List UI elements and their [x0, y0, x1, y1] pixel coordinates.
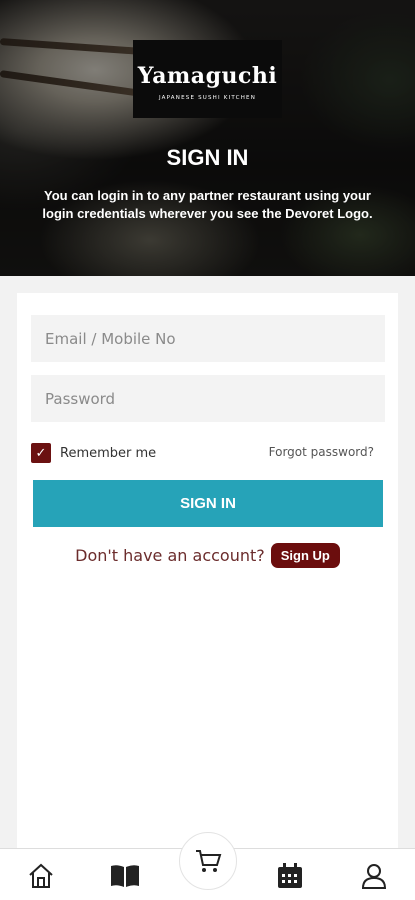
restaurant-logo: Yamaguchi JAPANESE SUSHI KITCHEN: [133, 40, 282, 118]
profile-icon[interactable]: [357, 859, 391, 893]
remember-label: Remember me: [60, 445, 157, 461]
checkmark-icon: ✓: [35, 445, 47, 461]
sign-up-button[interactable]: Sign Up: [270, 543, 340, 568]
logo-subtitle: JAPANESE SUSHI KITCHEN: [158, 95, 257, 101]
logo-brand-name: Yamaguchi: [137, 63, 278, 89]
menu-book-icon[interactable]: [108, 859, 142, 893]
page-description: You can login in to any partner restaura…: [42, 188, 373, 221]
email-field[interactable]: [31, 315, 385, 362]
hero-banner: Yamaguchi JAPANESE SUSHI KITCHEN SIGN IN…: [0, 0, 415, 276]
login-card: ✓ Remember me Forgot password? SIGN IN D…: [17, 293, 398, 853]
cart-icon: [196, 850, 222, 872]
signup-prompt: Don't have an account? Sign Up: [17, 543, 398, 568]
no-account-text: Don't have an account?: [75, 546, 265, 565]
remember-checkbox[interactable]: ✓: [31, 443, 51, 463]
password-field[interactable]: [31, 375, 385, 422]
home-icon[interactable]: [24, 859, 58, 893]
forgot-password-link[interactable]: Forgot password?: [269, 445, 374, 459]
sign-in-button[interactable]: SIGN IN: [33, 480, 383, 527]
remember-me[interactable]: ✓ Remember me: [31, 443, 156, 463]
calendar-icon[interactable]: [273, 859, 307, 893]
page-title: SIGN IN: [166, 145, 249, 170]
cart-button[interactable]: [179, 832, 237, 890]
